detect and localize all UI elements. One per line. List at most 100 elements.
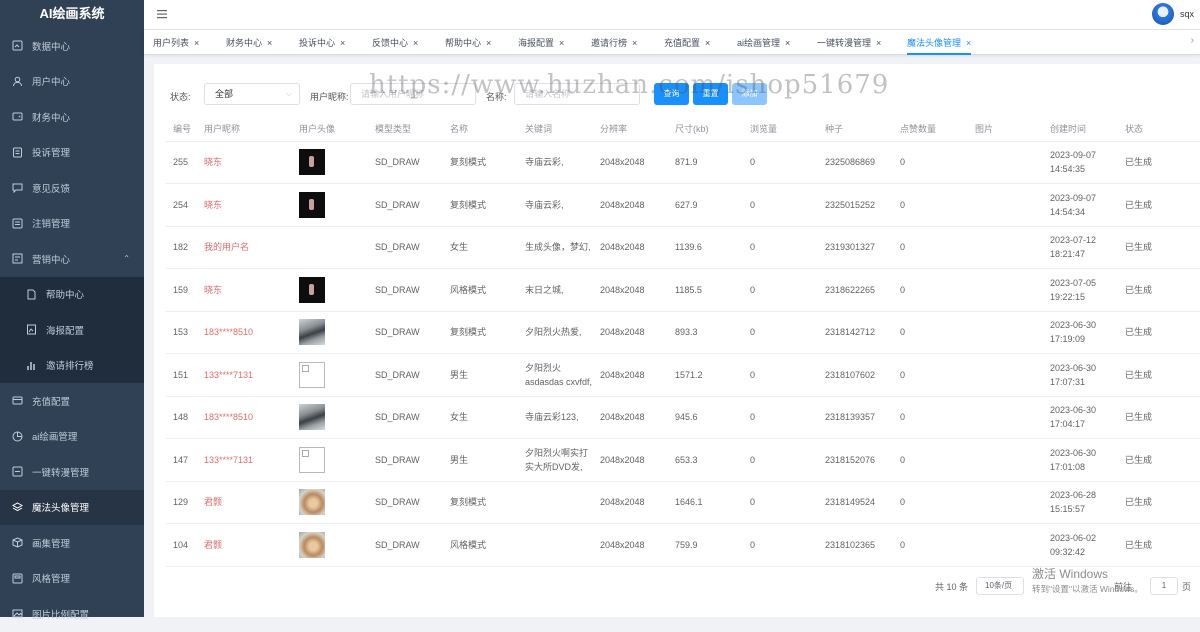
sidebar-item-12[interactable]: 一键转漫管理 <box>0 454 144 490</box>
tab-label: ai绘画管理 <box>737 38 781 48</box>
sidebar-item-13[interactable]: 魔法头像管理 <box>0 489 144 525</box>
close-icon[interactable]: × <box>705 38 710 48</box>
tab-label: 投诉中心 <box>299 38 336 48</box>
close-icon[interactable]: × <box>194 38 199 48</box>
nickname-input[interactable]: 请输入用户昵称 <box>350 83 476 105</box>
table-row[interactable]: 153 183****8510 SD_DRAW 复刻模式 夕阳烈火热爱, 2048x204… <box>166 311 1200 354</box>
sidebar-item-10[interactable]: 充值配置 <box>0 383 144 419</box>
sidebar-item-label: 用户中心 <box>32 77 71 89</box>
avatar-cell <box>292 268 368 312</box>
cell-views: 0 <box>743 183 818 227</box>
close-icon[interactable]: × <box>876 38 881 48</box>
tab-8[interactable]: ai绘画管理 × <box>737 36 790 50</box>
cell-user: 君颢 <box>197 481 292 524</box>
sidebar-item-label: 海报配置 <box>46 325 85 337</box>
close-icon[interactable]: × <box>559 38 564 48</box>
close-icon[interactable]: × <box>486 38 491 48</box>
cell-name: 男生 <box>443 353 518 397</box>
close-icon[interactable]: × <box>632 38 637 48</box>
close-icon[interactable]: × <box>340 38 345 48</box>
image-cell <box>968 438 1043 482</box>
sidebar-item-9[interactable]: 邀请排行榜 <box>0 347 144 383</box>
cell-keyword <box>518 481 593 524</box>
username[interactable]: sqx <box>1180 9 1194 19</box>
sidebar-item-7[interactable]: 帮助中心 <box>0 276 144 312</box>
sidebar-item-11[interactable]: ai绘画管理 <box>0 419 144 455</box>
image-cell <box>968 396 1043 439</box>
avatar-thumbnail[interactable] <box>299 149 325 176</box>
sidebar-item-5[interactable]: 注销管理 <box>0 206 144 242</box>
table-row[interactable]: 255 晓东 SD_DRAW 复刻模式 寺庙云彩, 2048x2048 871.9 0 2325… <box>166 141 1200 184</box>
cell-size: 1646.1 <box>668 481 743 524</box>
table-row[interactable]: 254 晓东 SD_DRAW 复刻模式 寺庙云彩, 2048x2048 627.9 0 2325… <box>166 183 1200 227</box>
name-input[interactable]: 请输入名称 <box>514 83 640 105</box>
table-row[interactable]: 182 我的用户名 SD_DRAW 女生 生成头像，梦幻, 2048x2048 1139.6… <box>166 226 1200 269</box>
close-icon[interactable]: × <box>966 38 971 48</box>
sidebar-menu: 数据中心用户中心财务中心 投诉管理 意见反馈 注销管理 营销中心 ⌃ 帮助中心海报配置邀请排… <box>0 28 144 632</box>
user-avatar[interactable] <box>1152 3 1174 25</box>
sidebar-item-3[interactable]: 投诉管理 <box>0 135 144 171</box>
avatar-thumbnail[interactable] <box>299 531 325 558</box>
sidebar-item-14[interactable]: 画集管理 <box>0 525 144 561</box>
sidebar-item-4[interactable]: 意见反馈 <box>0 170 144 206</box>
avatar-thumbnail[interactable] <box>299 489 325 516</box>
cell-model: SD_DRAW <box>368 141 443 184</box>
add-button[interactable]: 添加 <box>732 83 767 105</box>
sidebar-item-6[interactable]: 营销中心 ⌃ <box>0 241 144 277</box>
close-icon[interactable]: × <box>267 38 272 48</box>
tab-label: 反馈中心 <box>372 38 409 48</box>
sidebar-item-15[interactable]: 风格管理 <box>0 561 144 597</box>
tags-scroll-right-icon[interactable]: › <box>1191 35 1194 46</box>
tab-3[interactable]: 反馈中心 × <box>372 36 418 50</box>
table-row[interactable]: 151 133****7131 SD_DRAW 男生 夕阳烈火asdasdas cxvf… <box>166 353 1200 397</box>
cell-user: 133****7131 <box>197 353 292 397</box>
sidebar-item-16[interactable]: 图片比例配置 <box>0 596 144 632</box>
activation-title: 激活 Windows <box>1032 567 1109 581</box>
close-icon[interactable]: × <box>413 38 418 48</box>
avatar-thumbnail[interactable] <box>299 404 325 431</box>
table-row[interactable]: 159 晓东 SD_DRAW 风格模式 末日之城, 2048x2048 1185.5 0 231… <box>166 268 1200 312</box>
close-icon[interactable]: × <box>785 38 790 48</box>
tab-7[interactable]: 充值配置 × <box>664 36 710 50</box>
tab-5[interactable]: 海报配置 × <box>518 36 564 50</box>
avatar-thumbnail[interactable] <box>299 446 325 473</box>
cell-size: 1139.6 <box>668 226 743 269</box>
recharge-icon <box>12 395 23 406</box>
sidebar-item-1[interactable]: 用户中心 <box>0 64 144 100</box>
cell-size: 759.9 <box>668 523 743 567</box>
avatar-thumbnail[interactable] <box>299 319 325 346</box>
tab-4[interactable]: 帮助中心 × <box>445 36 491 50</box>
cell-seed: 2318107602 <box>818 353 893 397</box>
chevron-down-icon: ⌵ <box>285 89 292 98</box>
table-row[interactable]: 129 君颢 SD_DRAW 复刻模式 2048x2048 1646.1 0 23181495… <box>166 481 1200 524</box>
tab-0[interactable]: 用户列表 × <box>153 36 199 50</box>
table-row[interactable]: 104 君颢 SD_DRAW 风格模式 2048x2048 759.9 0 231810236… <box>166 523 1200 567</box>
tab-1[interactable]: 财务中心 × <box>226 36 272 50</box>
avatar-thumbnail[interactable] <box>299 361 325 388</box>
tab-6[interactable]: 邀请行榜 × <box>591 36 637 50</box>
tab-label: 用户列表 <box>153 38 190 48</box>
table-row[interactable]: 148 183****8510 SD_DRAW 女生 寺庙云彩123, 2048x2048… <box>166 396 1200 439</box>
reset-button[interactable]: 重置 <box>693 83 728 105</box>
table-row[interactable]: 147 133****7131 SD_DRAW 男生 夕阳烈火啊实打实大所DVD发, 20… <box>166 438 1200 482</box>
sidebar-item-2[interactable]: 财务中心 <box>0 99 144 135</box>
layers-icon <box>12 502 23 513</box>
status-select[interactable]: 全部 ⌵ <box>204 83 300 105</box>
cell-model: SD_DRAW <box>368 183 443 227</box>
page-size-select[interactable]: 10条/页 <box>976 577 1024 595</box>
tab-2[interactable]: 投诉中心 × <box>299 36 345 50</box>
page-input[interactable]: 1 <box>1150 577 1178 595</box>
cell-user: 晓东 <box>197 183 292 227</box>
tab-10[interactable]: 魔法头像管理 × <box>907 36 972 55</box>
cell-time: 2023-06-28 15:15:57 <box>1043 481 1118 524</box>
cell-id: 153 <box>166 311 197 354</box>
cell-seed: 2318622265 <box>818 268 893 312</box>
avatar-thumbnail[interactable] <box>299 191 325 218</box>
sidebar-item-label: 风格管理 <box>32 574 71 586</box>
sidebar-item-0[interactable]: 数据中心 <box>0 28 144 64</box>
avatar-thumbnail[interactable] <box>299 276 325 303</box>
tab-9[interactable]: 一键转漫管理 × <box>817 36 881 50</box>
sidebar-item-8[interactable]: 海报配置 <box>0 312 144 348</box>
hamburger-icon[interactable] <box>156 8 168 20</box>
search-button[interactable]: 查询 <box>654 83 689 105</box>
